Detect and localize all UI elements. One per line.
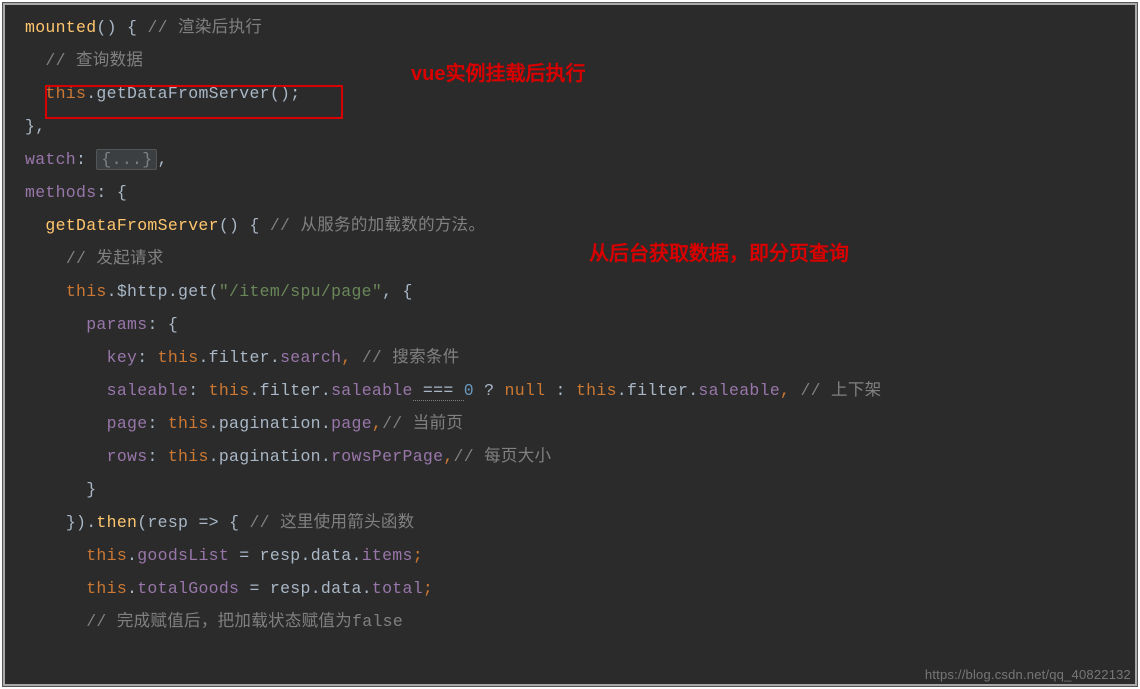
property: methods [25,183,96,202]
comment: // 发起请求 [66,249,164,268]
comment: // 查询数据 [45,51,143,70]
code-line: } [3,473,1137,506]
code-line: this.totalGoods = resp.data.total; [3,572,1137,605]
code-line: key: this.filter.search, // 搜索条件 [3,341,1137,374]
code-line: }).then(resp => { // 这里使用箭头函数 [3,506,1137,539]
code-line: saleable: this.filter.saleable === 0 ? n… [3,374,1137,407]
code-editor: mounted() { // 渲染后执行 // 查询数据 this.getDat… [2,2,1138,687]
code-line: // 完成赋值后，把加载状态赋值为false [3,605,1137,638]
code-line: mounted() { // 渲染后执行 [3,11,1137,44]
code-line: getDataFromServer() { // 从服务的加载数的方法。 [3,209,1137,242]
annotation-text: 从后台获取数据，即分页查询 [589,237,849,266]
watermark: https://blog.csdn.net/qq_40822132 [925,667,1131,682]
code-line: this.$http.get("/item/spu/page", { [3,275,1137,308]
code-line: rows: this.pagination.rowsPerPage,// 每页大… [3,440,1137,473]
highlight-box [45,85,343,119]
code-line: watch: {...}, [3,143,1137,176]
code-line: this.goodsList = resp.data.items; [3,539,1137,572]
code-line: params: { [3,308,1137,341]
fold-region[interactable]: {...} [96,149,157,170]
annotation-text: vue实例挂载后执行 [411,57,585,86]
comment: // 渲染后执行 [147,18,262,37]
code-line: methods: { [3,176,1137,209]
comment: // 从服务的加载数的方法。 [270,216,485,235]
function-name: getDataFromServer [45,216,218,235]
property: watch [25,150,76,169]
string-literal: "/item/spu/page" [219,282,382,301]
code-line: page: this.pagination.page,// 当前页 [3,407,1137,440]
code-line: // 发起请求 [3,242,1137,275]
function-name: mounted [25,18,96,37]
